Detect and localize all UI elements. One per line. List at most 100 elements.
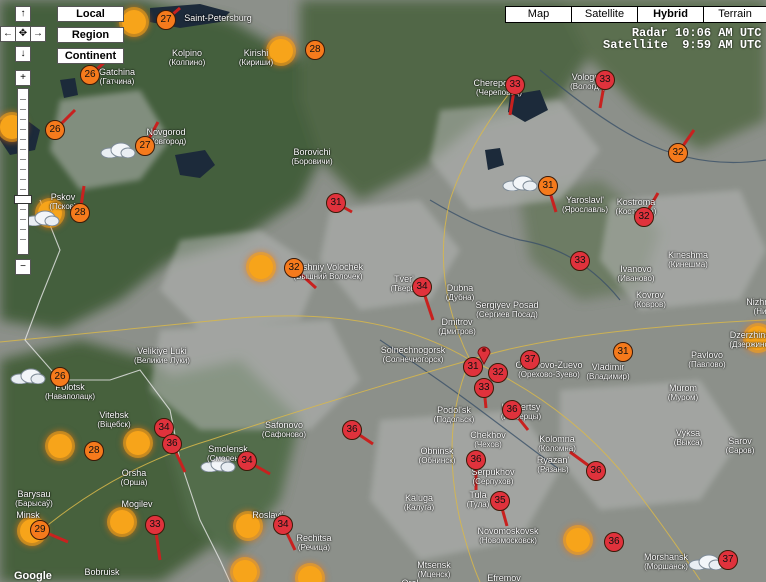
temperature-marker[interactable]: 26 bbox=[80, 65, 100, 85]
temperature-marker[interactable]: 35 bbox=[490, 491, 510, 511]
city-name: Ivanovo bbox=[620, 264, 652, 274]
temperature-marker[interactable]: 36 bbox=[502, 400, 522, 420]
city-label: Pavlovo (Павлово) bbox=[688, 350, 725, 370]
temperature-marker[interactable]: 31 bbox=[538, 176, 558, 196]
temperature-marker[interactable]: 32 bbox=[284, 258, 304, 278]
pan-up-button[interactable]: ↑ bbox=[15, 6, 31, 22]
city-name-local: (Кириши) bbox=[238, 58, 274, 67]
city-name-local: (Барысаў) bbox=[15, 499, 53, 508]
temperature-marker[interactable]: 33 bbox=[595, 70, 615, 90]
city-label: Nizhny(Ни bbox=[746, 297, 766, 317]
city-name-local: (Коломна) bbox=[538, 444, 576, 453]
temperature-marker[interactable]: 31 bbox=[326, 193, 346, 213]
map-type-hybrid[interactable]: Hybrid bbox=[638, 6, 704, 23]
city-label: Mtsensk (Мценск) bbox=[417, 560, 451, 580]
temperature-marker[interactable]: 26 bbox=[50, 367, 70, 387]
temperature-marker[interactable]: 36 bbox=[466, 450, 486, 470]
cloud-icon[interactable] bbox=[10, 368, 46, 385]
pan-left-button[interactable]: ← bbox=[0, 26, 16, 42]
city-label: Dmitrov (Дмитров) bbox=[438, 317, 476, 337]
temperature-marker[interactable]: 36 bbox=[342, 420, 362, 440]
temperature-marker[interactable]: 33 bbox=[474, 378, 494, 398]
map-type-map[interactable]: Map bbox=[505, 6, 572, 23]
sunny-icon[interactable] bbox=[110, 510, 134, 534]
temperature-marker[interactable]: 28 bbox=[70, 203, 90, 223]
temperature-marker[interactable]: 36 bbox=[604, 532, 624, 552]
city-name-local: (Боровичи) bbox=[291, 157, 333, 166]
city-name: Ryazan' bbox=[536, 455, 570, 465]
temperature-marker[interactable]: 26 bbox=[45, 120, 65, 140]
city-name: Gatchina bbox=[98, 67, 136, 77]
cloud-icon[interactable] bbox=[24, 210, 60, 227]
zoom-in-button[interactable]: + bbox=[15, 70, 31, 86]
temperature-marker[interactable]: 29 bbox=[30, 520, 50, 540]
city-label: Tula (Тула) bbox=[467, 490, 490, 510]
temperature-marker[interactable]: 33 bbox=[505, 75, 525, 95]
zoom-out-button[interactable]: − bbox=[15, 259, 31, 275]
city-name: Sergiyev Posad bbox=[475, 300, 539, 310]
sunny-icon[interactable] bbox=[566, 528, 590, 552]
sunny-icon[interactable] bbox=[249, 255, 273, 279]
cloud-icon[interactable] bbox=[502, 175, 538, 192]
temperature-marker[interactable]: 33 bbox=[570, 251, 590, 271]
temperature-marker[interactable]: 34 bbox=[273, 515, 293, 535]
city-label: Vyksa (Выкса) bbox=[674, 428, 702, 448]
temperature-marker[interactable]: 28 bbox=[305, 40, 325, 60]
temperature-marker[interactable]: 37 bbox=[520, 350, 540, 370]
city-name: Rechitsa bbox=[296, 533, 332, 543]
city-label: Dzerzhinsk(Дзержинск) bbox=[729, 330, 766, 350]
city-name-local: (Серпухов) bbox=[472, 477, 514, 486]
temperature-marker[interactable]: 36 bbox=[162, 434, 182, 454]
map-canvas[interactable]: Saint-Petersburg Kolpino (Колпино) Kirishi(… bbox=[0, 0, 766, 582]
temperature-marker[interactable]: 34 bbox=[237, 451, 257, 471]
city-name: Mogilev bbox=[121, 499, 153, 509]
temperature-marker[interactable]: 27 bbox=[156, 10, 176, 30]
city-name: Pavlovo bbox=[690, 350, 724, 360]
region-button[interactable]: Region bbox=[57, 27, 124, 43]
pan-right-button[interactable]: → bbox=[30, 26, 46, 42]
city-label: Podol'sk (Подольск) bbox=[434, 405, 475, 425]
city-label: Vitebsk (Вiцебск) bbox=[97, 410, 130, 430]
city-name-local: (Иваново) bbox=[617, 274, 655, 283]
temperature-marker[interactable]: 33 bbox=[145, 515, 165, 535]
temperature-marker[interactable]: 28 bbox=[84, 441, 104, 461]
sunny-icon[interactable] bbox=[233, 560, 257, 582]
city-name-local: (Ни bbox=[753, 307, 766, 316]
location-pin-icon[interactable] bbox=[476, 343, 492, 365]
city-label: Polotsk (Наваполацк) bbox=[45, 382, 95, 402]
zoom-slider-thumb[interactable] bbox=[14, 195, 32, 204]
temperature-marker[interactable]: 34 bbox=[412, 277, 432, 297]
temperature-marker[interactable]: 32 bbox=[668, 143, 688, 163]
city-name-local: (Ковров) bbox=[634, 300, 666, 309]
city-label: Dubna (Дубна) bbox=[446, 283, 474, 303]
sunny-icon[interactable] bbox=[122, 10, 146, 34]
city-name-local: (Ярославль) bbox=[561, 205, 609, 214]
temperature-marker[interactable]: 27 bbox=[135, 136, 155, 156]
city-label: Kaluga (Калуга) bbox=[404, 493, 434, 513]
sunny-icon[interactable] bbox=[126, 431, 150, 455]
city-name-local: (Саров) bbox=[725, 446, 755, 455]
temperature-marker[interactable]: 36 bbox=[586, 461, 606, 481]
map-type-satellite[interactable]: Satellite bbox=[572, 6, 638, 23]
cloud-icon[interactable] bbox=[100, 142, 136, 159]
pan-down-button[interactable]: ↓ bbox=[15, 46, 31, 62]
city-label: Ryazan' (Рязань) bbox=[537, 455, 569, 475]
temperature-marker[interactable]: 32 bbox=[634, 207, 654, 227]
temperature-marker[interactable]: 31 bbox=[613, 342, 633, 362]
map-type-terrain[interactable]: Terrain bbox=[704, 6, 766, 23]
city-name: Solnechnogorsk bbox=[380, 345, 446, 355]
city-name: Dzerzhinsk bbox=[729, 330, 766, 340]
pan-center-button[interactable]: ✥ bbox=[15, 26, 31, 42]
zoom-slider-track[interactable] bbox=[17, 88, 29, 255]
continent-button[interactable]: Continent bbox=[57, 48, 124, 64]
city-name-local: (Калуга) bbox=[403, 503, 435, 512]
city-name: Nizhny bbox=[746, 297, 766, 307]
status-timestamps: Radar 10:06 AM UTC Satellite 9:59 AM UTC bbox=[603, 27, 761, 51]
city-name: Minsk bbox=[16, 510, 40, 520]
temperature-marker[interactable]: 37 bbox=[718, 550, 738, 570]
city-name: Novomoskovsk bbox=[477, 526, 539, 536]
city-name-local: (Подольск) bbox=[433, 415, 475, 424]
local-button[interactable]: Local bbox=[57, 6, 124, 22]
city-label: Obninsk (Обнинск) bbox=[419, 446, 456, 466]
sunny-icon[interactable] bbox=[48, 434, 72, 458]
